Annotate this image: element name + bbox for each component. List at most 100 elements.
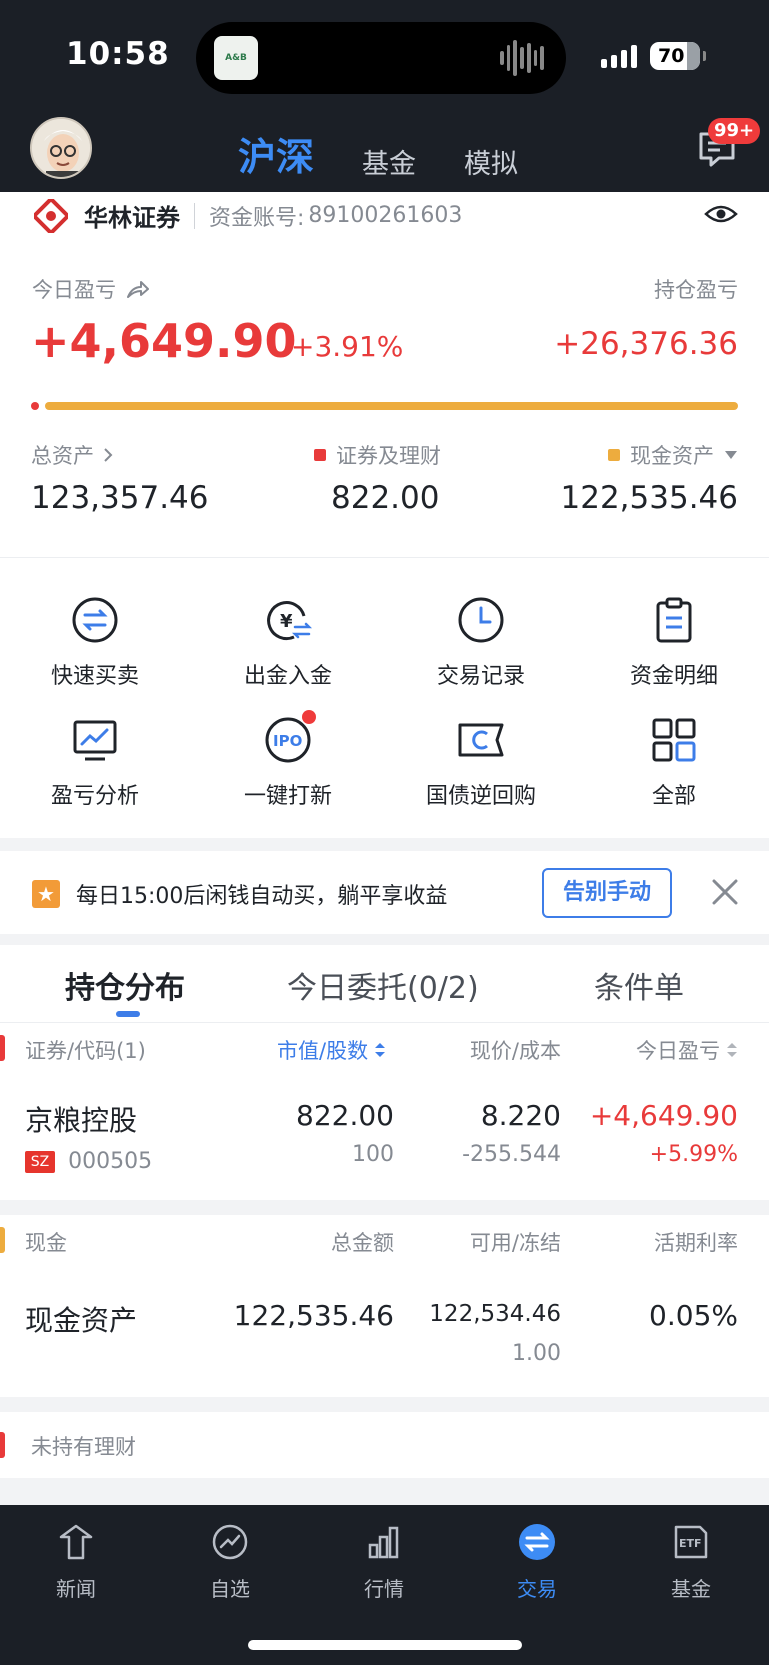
nav-label: 新闻 [56, 1577, 96, 1601]
broker-row[interactable]: 华林证券 资金账号: 89100261603 [34, 198, 462, 233]
broker-name: 华林证券 [84, 204, 180, 232]
row-today-pl: +4,649.90 [589, 1099, 738, 1132]
header-today-pl[interactable]: 今日盈亏 [636, 1035, 738, 1065]
dropdown-icon [725, 451, 737, 459]
action-label: 一键打新 [243, 784, 332, 809]
action-deposit-withdraw[interactable]: ¥ 出金入金 [208, 596, 368, 690]
wealth-section[interactable]: 未持有理财 [0, 1412, 769, 1478]
audio-wave-icon [500, 40, 545, 76]
securities-label-row: 证券及理财 [314, 440, 441, 470]
action-label: 全部 [651, 784, 696, 809]
banner-text: 每日15:00后闲钱自动买，躺平享收益 [76, 884, 448, 909]
action-all[interactable]: 全部 [594, 716, 754, 810]
action-label: 出金入金 [243, 664, 332, 689]
header-available-frozen: 可用/冻结 [469, 1231, 561, 1255]
total-assets-label-row[interactable]: 总资产 [31, 440, 114, 470]
star-icon: ★ [32, 880, 60, 908]
nav-label: 基金 [671, 1577, 711, 1601]
tab-today-orders[interactable]: 今日委托(0/2) [287, 963, 479, 1007]
nav-watchlist[interactable]: 自选 [180, 1523, 280, 1602]
stock-name: 京粮控股 [25, 1104, 138, 1137]
svg-text:IPO: IPO [273, 732, 302, 750]
position-tabs: 持仓分布 今日委托(0/2) 条件单 [0, 945, 769, 1023]
avatar[interactable] [30, 117, 92, 179]
section-marker [0, 1432, 5, 1458]
eye-icon[interactable] [704, 202, 738, 226]
cash-value: 122,535.46 [560, 480, 739, 516]
cash-rate: 0.05% [649, 1299, 738, 1332]
svg-text:¥: ¥ [280, 611, 293, 632]
account-number: 89100261603 [308, 203, 463, 228]
ticket-icon [457, 716, 505, 764]
nav-news[interactable]: 新闻 [26, 1523, 126, 1602]
nav-trade[interactable]: 交易 [487, 1523, 587, 1602]
tab-simulate[interactable]: 模拟 [464, 142, 518, 181]
cash-frozen: 1.00 [512, 1341, 561, 1366]
home-indicator [248, 1640, 522, 1650]
action-ipo[interactable]: IPO 一键打新 [208, 710, 368, 810]
wealth-label: 未持有理财 [31, 1435, 136, 1459]
cash-legend-icon [608, 449, 620, 461]
header-price-cost: 现价/成本 [469, 1039, 561, 1063]
sort-icon [727, 1043, 737, 1057]
tab-fund[interactable]: 基金 [362, 142, 416, 181]
market-badge: SZ [25, 1150, 55, 1173]
clock-icon [457, 596, 505, 644]
status-time: 10:58 [66, 36, 170, 72]
today-pl-value: +4,649.90 [31, 314, 297, 368]
news-icon [59, 1524, 93, 1560]
dynamic-island: A&B [196, 22, 566, 94]
quick-actions: 快速买卖 ¥ 出金入金 交易记录 资金明细 盈亏分析 IPO 一键打新 国债逆回… [0, 557, 769, 838]
stock-code: 000505 [68, 1149, 153, 1174]
tab-conditional-orders[interactable]: 条件单 [594, 963, 684, 1007]
shares: 100 [352, 1142, 394, 1167]
banner-button[interactable]: 告别手动 [542, 868, 672, 918]
notification-dot [302, 710, 316, 724]
market-tabs: 沪深 基金 模拟 [238, 126, 566, 181]
nav-label: 自选 [210, 1577, 250, 1601]
holding-pl-value: +26,376.36 [554, 326, 738, 362]
cash-available: 122,534.46 [429, 1301, 561, 1327]
trade-swap-icon [519, 1524, 555, 1560]
chevron-right-icon [104, 448, 113, 462]
securities-share-marker [31, 402, 39, 410]
sort-icon [375, 1043, 386, 1057]
securities-label: 证券及理财 [336, 444, 441, 468]
battery-icon: 70 [650, 42, 706, 70]
monitor-chart-icon [71, 716, 119, 764]
action-label: 交易记录 [436, 664, 525, 689]
cash-asset-name: 现金资产 [25, 1304, 138, 1337]
divider [194, 202, 195, 229]
cash-total: 122,535.46 [233, 1299, 394, 1332]
cash-label-row[interactable]: 现金资产 [608, 440, 738, 470]
action-trade-records[interactable]: 交易记录 [401, 596, 561, 690]
total-assets-label: 总资产 [31, 444, 94, 468]
table-row[interactable]: 京粮控股 SZ 000505 [25, 1099, 152, 1174]
action-quick-trade[interactable]: 快速买卖 [15, 596, 175, 690]
header-total: 总金额 [331, 1231, 394, 1255]
action-repo[interactable]: 国债逆回购 [401, 716, 561, 810]
asset-distribution-bar [31, 402, 738, 410]
message-badge: 99+ [708, 118, 761, 144]
nav-label: 行情 [364, 1577, 404, 1601]
section-marker [0, 1035, 5, 1061]
header-market-value[interactable]: 市值/股数 [277, 1035, 386, 1065]
active-tab-indicator [116, 1011, 140, 1017]
signal-icon [601, 44, 637, 68]
nav-market[interactable]: 行情 [334, 1523, 434, 1602]
yuan-transfer-icon: ¥ [264, 596, 313, 644]
header-market-value-label: 市值/股数 [277, 1039, 369, 1063]
share-icon[interactable] [126, 279, 150, 299]
tab-hushen[interactable]: 沪深 [238, 126, 314, 181]
securities-value: 822.00 [331, 480, 440, 516]
action-fund-details[interactable]: 资金明细 [594, 596, 754, 690]
section-marker [0, 1227, 5, 1253]
header-rate: 活期利率 [654, 1231, 738, 1255]
action-pl-analysis[interactable]: 盈亏分析 [15, 716, 175, 810]
cash-table: 现金 总金额 可用/冻结 活期利率 现金资产 122,535.46 122,53… [0, 1215, 769, 1397]
nav-fund[interactable]: ETF 基金 [641, 1523, 741, 1602]
holdings-table: 证券/代码(1) 市值/股数 现价/成本 今日盈亏 京粮控股 SZ 000505… [0, 1023, 769, 1200]
close-icon[interactable] [710, 877, 740, 907]
action-label: 资金明细 [629, 664, 718, 689]
tab-holdings[interactable]: 持仓分布 [65, 963, 185, 1007]
